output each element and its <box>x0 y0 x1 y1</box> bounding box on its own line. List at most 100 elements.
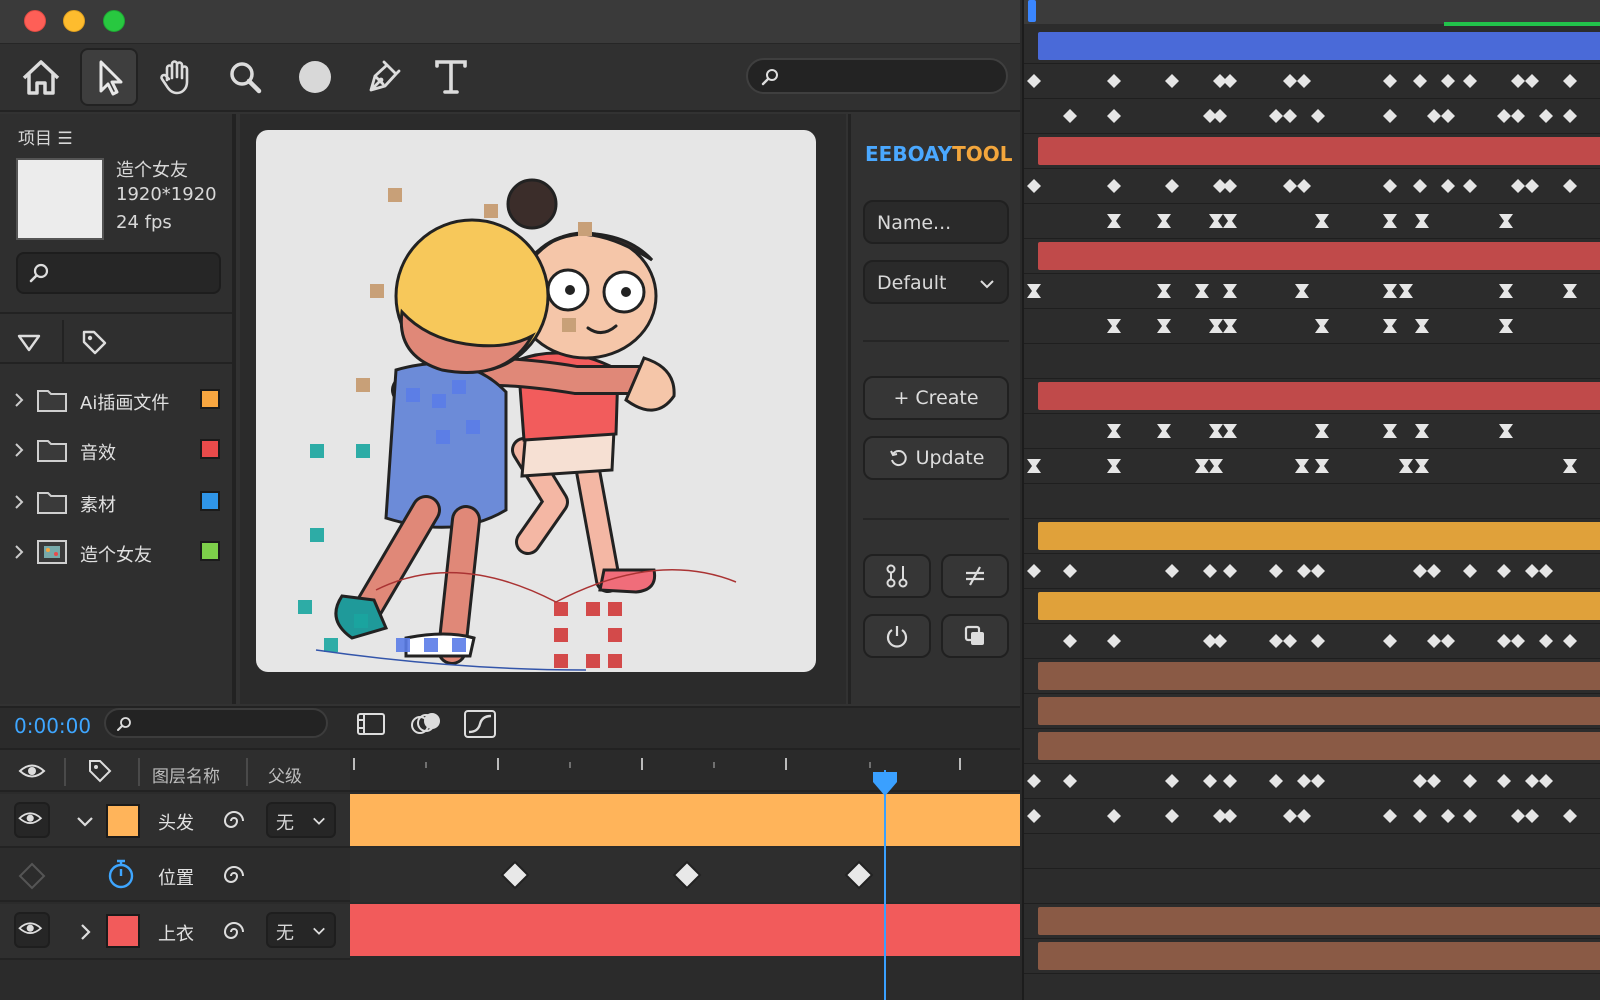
duplicate-button[interactable] <box>941 614 1009 658</box>
parent-dropdown[interactable]: 无 <box>266 912 336 948</box>
dopesheet-row[interactable] <box>1024 623 1600 659</box>
dopesheet-row[interactable] <box>1024 483 1600 519</box>
chevron-down-icon[interactable] <box>74 810 96 832</box>
window-maximize-button[interactable] <box>103 10 125 32</box>
layer-bar-top[interactable] <box>350 904 1020 956</box>
power-button[interactable] <box>863 614 931 658</box>
project-item-color[interactable] <box>200 389 220 409</box>
eye-icon[interactable] <box>18 758 46 784</box>
create-button[interactable]: + Create <box>863 376 1009 420</box>
project-panel-title[interactable]: 项目 ☰ <box>18 124 73 149</box>
dopesheet-row[interactable] <box>1024 343 1600 379</box>
dopesheet-layer-bar[interactable] <box>1038 662 1600 690</box>
property-track-position[interactable] <box>350 848 1020 902</box>
keyframe-diamond-icon[interactable] <box>18 862 46 890</box>
motion-blur-icon[interactable] <box>408 708 444 740</box>
preset-dropdown[interactable]: Default <box>863 260 1009 304</box>
layer-bar-hair[interactable] <box>350 794 1020 846</box>
pickwhip-spiral-icon[interactable] <box>222 809 246 833</box>
link-nodes-button[interactable] <box>863 554 931 598</box>
comp-canvas[interactable] <box>256 130 816 672</box>
dopesheet-row[interactable] <box>1024 693 1600 729</box>
playhead-line[interactable] <box>884 770 886 1000</box>
dopesheet-row[interactable] <box>1024 413 1600 449</box>
window-close-button[interactable] <box>24 10 46 32</box>
dopesheet-row[interactable] <box>1024 553 1600 589</box>
layer-label-color[interactable] <box>106 914 140 948</box>
tools-search-input[interactable] <box>746 58 1008 94</box>
parent-column[interactable]: 父级 <box>268 762 302 787</box>
chevron-right-icon[interactable] <box>74 921 96 943</box>
dopesheet-layer-bar[interactable] <box>1038 137 1600 165</box>
dopesheet-row[interactable] <box>1024 903 1600 939</box>
property-row-position[interactable]: 位置 <box>0 848 350 902</box>
stopwatch-icon[interactable] <box>106 858 136 890</box>
dopesheet-row[interactable] <box>1024 448 1600 484</box>
dopesheet-row[interactable] <box>1024 238 1600 274</box>
layer-label-color[interactable] <box>106 804 140 838</box>
dopesheet-row[interactable] <box>1024 868 1600 904</box>
dopesheet-row[interactable] <box>1024 658 1600 694</box>
pickwhip-spiral-icon[interactable] <box>222 920 246 944</box>
visibility-toggle[interactable] <box>14 912 50 948</box>
dopesheet-layer-bar[interactable] <box>1038 942 1600 970</box>
graph-editor-icon[interactable] <box>462 708 498 740</box>
project-item[interactable]: 素材 <box>0 478 232 528</box>
project-search-input[interactable] <box>16 252 221 294</box>
preset-name-input[interactable]: Name... <box>863 200 1009 244</box>
dopesheet-layer-bar[interactable] <box>1038 907 1600 935</box>
dopesheet-row[interactable] <box>1024 203 1600 239</box>
dopesheet-row[interactable] <box>1024 98 1600 134</box>
dopesheet-row[interactable] <box>1024 28 1600 64</box>
window-minimize-button[interactable] <box>63 10 85 32</box>
current-time[interactable]: 0:00:00 <box>14 714 91 738</box>
dopesheet-row[interactable] <box>1024 63 1600 99</box>
dopesheet-row[interactable] <box>1024 798 1600 834</box>
dopesheet-layer-bar[interactable] <box>1038 522 1600 550</box>
zoom-tool-button[interactable] <box>216 48 274 106</box>
layer-name-column[interactable]: 图层名称 <box>152 762 220 787</box>
dopesheet-row[interactable] <box>1024 378 1600 414</box>
dopesheet-layer-bar[interactable] <box>1038 697 1600 725</box>
layer-row-top[interactable]: 上衣 无 <box>0 904 350 960</box>
not-equal-button[interactable] <box>941 554 1009 598</box>
parent-dropdown[interactable]: 无 <box>266 802 336 838</box>
layer-row-hair[interactable]: 头发 无 <box>0 794 350 848</box>
text-tool-button[interactable] <box>422 48 480 106</box>
layer-name[interactable]: 头发 <box>158 809 194 835</box>
dopesheet-row[interactable] <box>1024 273 1600 309</box>
dopesheet-row[interactable] <box>1024 308 1600 344</box>
visibility-toggle[interactable] <box>14 802 50 838</box>
label-tag-icon[interactable] <box>80 328 108 356</box>
home-button[interactable] <box>12 48 70 106</box>
pickwhip-spiral-icon[interactable] <box>222 864 246 888</box>
chevron-right-icon[interactable] <box>12 542 26 562</box>
selection-tool-button[interactable] <box>80 48 138 106</box>
dopesheet-row[interactable] <box>1024 588 1600 624</box>
project-item-color[interactable] <box>200 439 220 459</box>
dopesheet-row[interactable] <box>1024 763 1600 799</box>
project-item-color[interactable] <box>200 541 220 561</box>
dopesheet-row[interactable] <box>1024 168 1600 204</box>
dopesheet-row[interactable] <box>1024 518 1600 554</box>
timeline-search-input[interactable] <box>104 708 328 738</box>
sort-triangle-icon[interactable] <box>14 330 44 356</box>
dopesheet-layer-bar[interactable] <box>1038 242 1600 270</box>
dopesheet-layer-bar[interactable] <box>1038 382 1600 410</box>
label-tag-icon[interactable] <box>86 758 114 784</box>
update-button[interactable]: Update <box>863 436 1009 480</box>
dopesheet-row[interactable] <box>1024 833 1600 869</box>
dopesheet-layer-bar[interactable] <box>1038 732 1600 760</box>
pen-tool-button[interactable] <box>354 48 412 106</box>
time-ruler[interactable] <box>350 748 1020 792</box>
ellipse-tool-button[interactable] <box>286 48 344 106</box>
layer-name[interactable]: 上衣 <box>158 920 194 946</box>
comp-flowchart-icon[interactable] <box>354 708 390 740</box>
hand-tool-button[interactable] <box>148 48 206 106</box>
project-item[interactable]: 音效 <box>0 426 232 476</box>
project-item[interactable]: Ai插画文件 <box>0 376 232 426</box>
project-item[interactable]: 造个女友 <box>0 528 232 578</box>
chevron-right-icon[interactable] <box>12 440 26 460</box>
dopesheet-row[interactable] <box>1024 938 1600 974</box>
chevron-right-icon[interactable] <box>12 390 26 410</box>
